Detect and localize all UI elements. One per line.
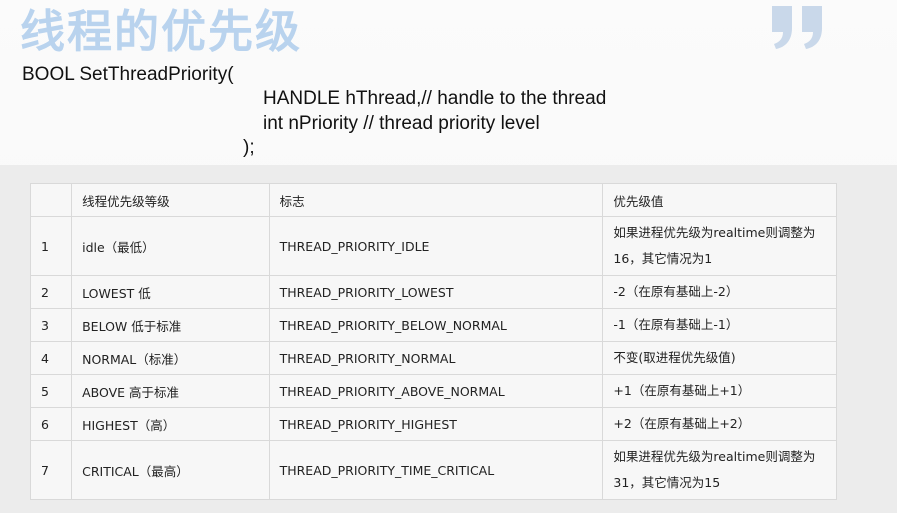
row-num: 7 [29, 440, 73, 500]
row-flag: THREAD_PRIORITY_IDLE [268, 216, 604, 276]
quote-mark-icon [772, 6, 822, 49]
priority-table: 线程优先级等级 标志 优先级值 1 idle（最低） THREAD_PRIORI… [29, 183, 837, 500]
row-flag: THREAD_PRIORITY_ABOVE_NORMAL [268, 374, 604, 408]
row-flag: THREAD_PRIORITY_NORMAL [268, 341, 604, 375]
table-row: 1 idle（最低） THREAD_PRIORITY_IDLE 如果进程优先级为… [29, 216, 837, 276]
row-flag: THREAD_PRIORITY_BELOW_NORMAL [268, 308, 604, 342]
row-num: 4 [29, 341, 73, 375]
row-flag: THREAD_PRIORITY_LOWEST [268, 275, 604, 309]
row-value: 如果进程优先级为realtime则调整为31，其它情况为15 [602, 440, 837, 500]
slide: 线程的优先级 BOOL SetThreadPriority( HANDLE hT… [0, 0, 897, 513]
table-row: 3 BELOW 低于标准 THREAD_PRIORITY_BELOW_NORMA… [29, 308, 837, 342]
code-param-npriority: int nPriority // thread priority level [263, 113, 540, 134]
table-row: 6 HIGHEST（高） THREAD_PRIORITY_HIGHEST +2（… [29, 407, 837, 441]
header-value: 优先级值 [602, 183, 837, 217]
row-num: 3 [29, 308, 73, 342]
row-value: +1（在原有基础上+1） [602, 374, 837, 408]
row-level: CRITICAL（最高） [71, 440, 270, 500]
code-closing-line: ); [243, 137, 255, 158]
row-value: -1（在原有基础上-1） [602, 308, 837, 342]
table-row: 7 CRITICAL（最高） THREAD_PRIORITY_TIME_CRIT… [29, 440, 837, 500]
row-level: LOWEST 低 [71, 275, 270, 309]
row-level: BELOW 低于标准 [71, 308, 270, 342]
row-value: +2（在原有基础上+2） [602, 407, 837, 441]
slide-title: 线程的优先级 [20, 5, 303, 58]
row-num: 6 [29, 407, 73, 441]
header-num [29, 183, 73, 217]
row-value: 不变(取进程优先级值) [602, 341, 837, 375]
row-level: idle（最低） [71, 216, 270, 276]
row-flag: THREAD_PRIORITY_TIME_CRITICAL [268, 440, 604, 500]
code-signature-line: BOOL SetThreadPriority( [22, 64, 234, 85]
row-num: 5 [29, 374, 73, 408]
row-value: 如果进程优先级为realtime则调整为16，其它情况为1 [602, 216, 837, 276]
header-flag: 标志 [268, 183, 604, 217]
header-level: 线程优先级等级 [71, 183, 270, 217]
row-flag: THREAD_PRIORITY_HIGHEST [268, 407, 604, 441]
row-num: 2 [29, 275, 73, 309]
row-value: -2（在原有基础上-2） [602, 275, 837, 309]
table-row: 5 ABOVE 高于标准 THREAD_PRIORITY_ABOVE_NORMA… [29, 374, 837, 408]
row-level: NORMAL（标准） [71, 341, 270, 375]
row-level: ABOVE 高于标准 [71, 374, 270, 408]
table-header-row: 线程优先级等级 标志 优先级值 [29, 183, 837, 217]
row-num: 1 [29, 216, 73, 276]
table-row: 2 LOWEST 低 THREAD_PRIORITY_LOWEST -2（在原有… [29, 275, 837, 309]
code-param-hthread: HANDLE hThread,// handle to the thread [263, 88, 607, 109]
row-level: HIGHEST（高） [71, 407, 270, 441]
table-row: 4 NORMAL（标准） THREAD_PRIORITY_NORMAL 不变(取… [29, 341, 837, 375]
